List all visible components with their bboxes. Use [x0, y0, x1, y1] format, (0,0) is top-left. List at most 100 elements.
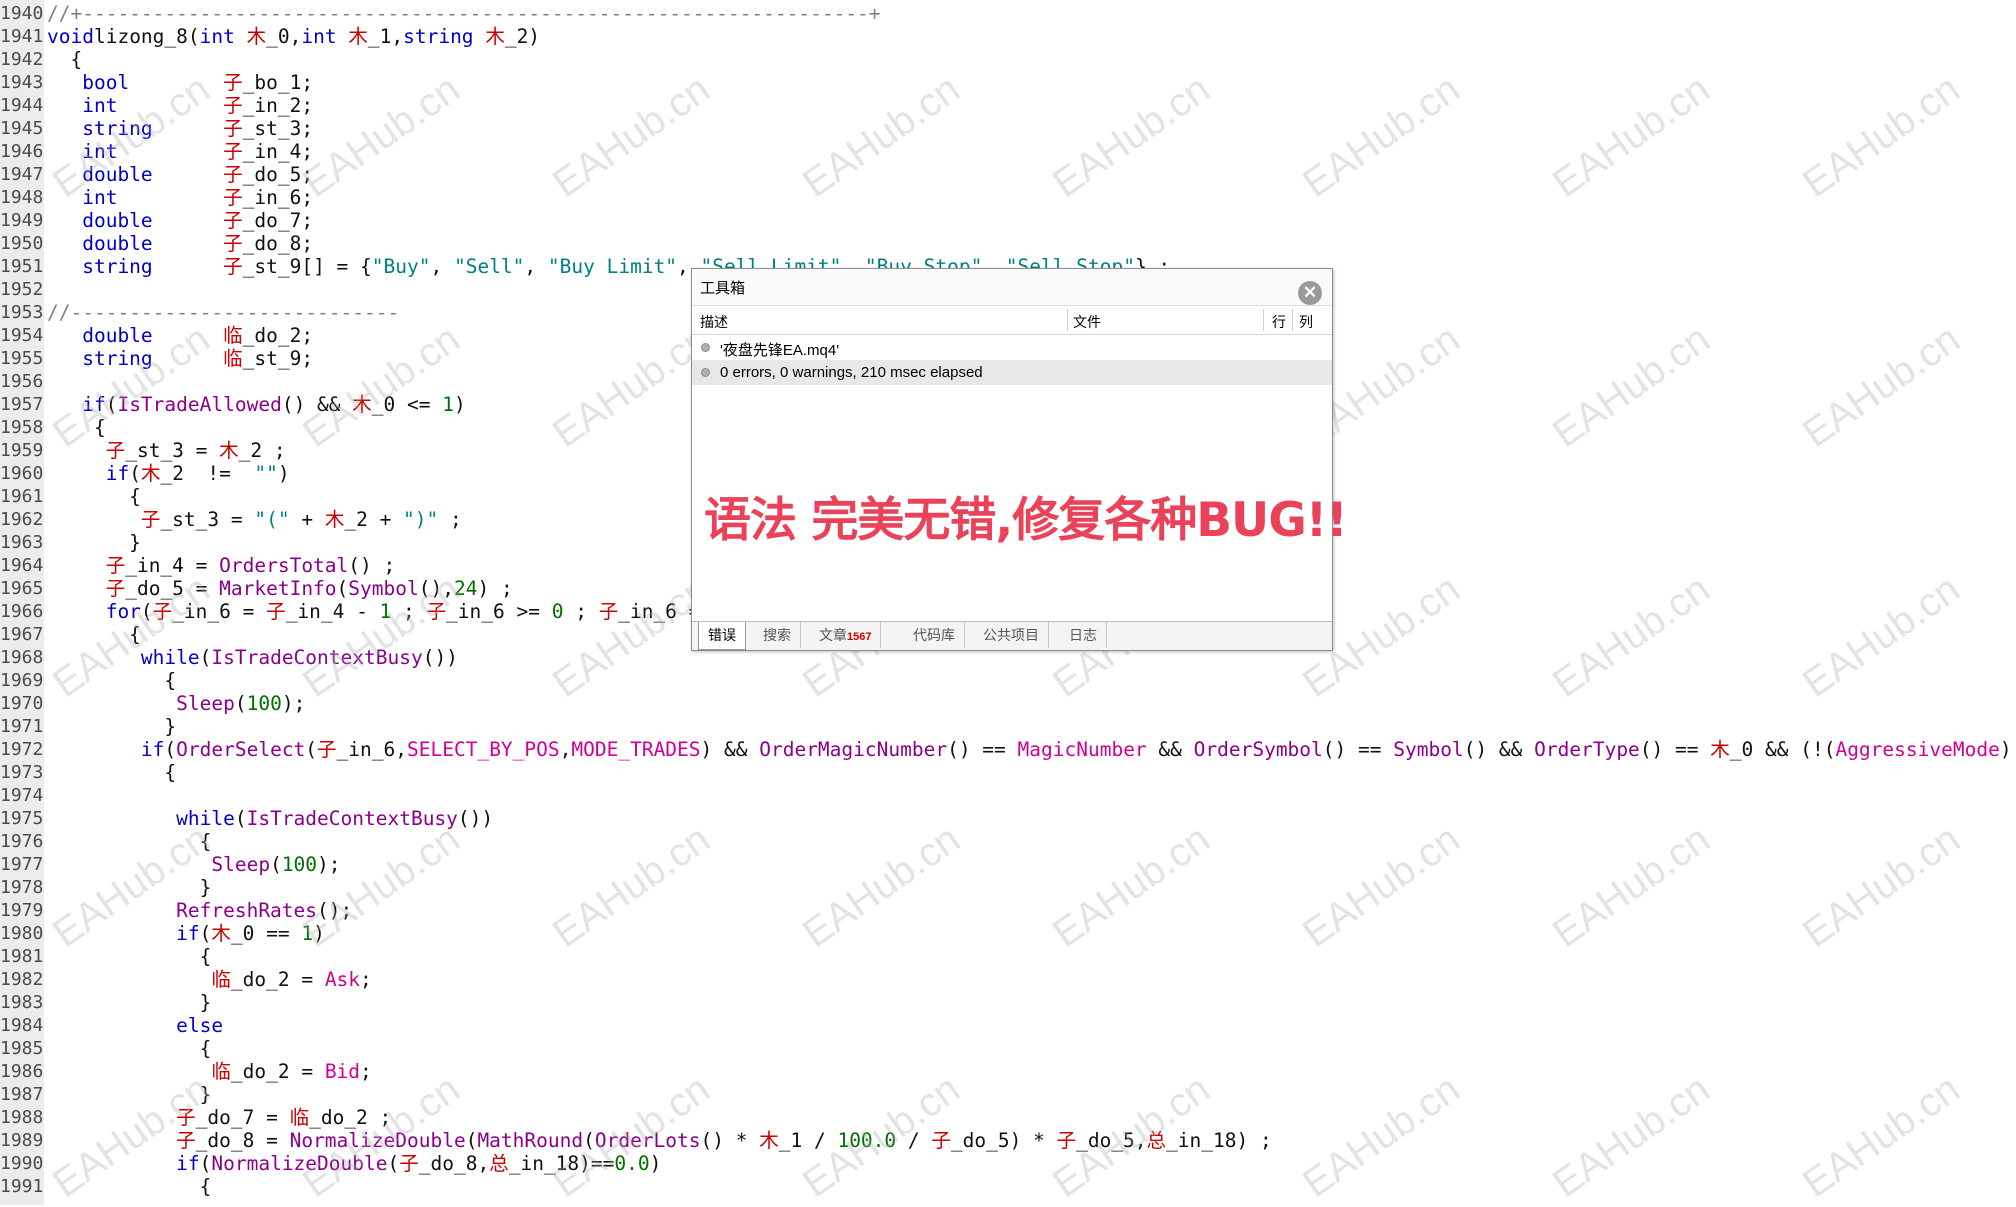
- line-number: 1946: [0, 141, 44, 162]
- code-text: int 子_in_2;: [47, 94, 314, 117]
- code-line[interactable]: 1979 RefreshRates();: [0, 899, 2016, 922]
- line-number: 1987: [0, 1084, 44, 1105]
- code-text: while(IsTradeContextBusy()): [47, 646, 458, 669]
- code-line[interactable]: 1975 while(IsTradeContextBusy()): [0, 807, 2016, 830]
- line-number: 1971: [0, 716, 44, 737]
- code-text: }: [47, 531, 141, 554]
- code-text: {: [47, 945, 212, 968]
- code-text: for(子_in_6 = 子_in_4 - 1 ; 子_in_6 >= 0 ; …: [47, 600, 713, 623]
- code-line[interactable]: 1980 if(木_0 == 1): [0, 922, 2016, 945]
- code-text: 子_do_5 = MarketInfo(Symbol(),24) ;: [105, 577, 513, 600]
- code-line[interactable]: 1982 临_do_2 = Ask;: [0, 968, 2016, 991]
- code-line[interactable]: 1991 {: [0, 1175, 2016, 1198]
- line-number: 1947: [0, 164, 44, 185]
- code-text: string 子_st_3;: [47, 117, 314, 140]
- info-dot-icon: [701, 368, 710, 377]
- promo-banner-text: 语法 完美无错,修复各种BUG!!: [704, 493, 1348, 548]
- line-number: 1991: [0, 1176, 44, 1197]
- close-icon[interactable]: ✕: [1298, 281, 1322, 305]
- code-text: 子_do_7 = 临_do_2 ;: [176, 1106, 392, 1129]
- code-line[interactable]: 1987 }: [0, 1083, 2016, 1106]
- line-number: 1983: [0, 992, 44, 1013]
- tab-codebase[interactable]: 代码库: [904, 622, 965, 648]
- toolbox-column-header: 描述 文件 行 列: [692, 306, 1332, 335]
- code-line[interactable]: 1941 voidlizong_8(int 木_0,int 木_1,string …: [0, 25, 2016, 48]
- code-line[interactable]: 1950 double 子_do_8;: [0, 232, 2016, 255]
- column-desc[interactable]: 描述: [700, 312, 728, 332]
- code-line[interactable]: 1974: [0, 784, 2016, 807]
- line-number: 1989: [0, 1130, 44, 1151]
- line-number: 1945: [0, 118, 44, 139]
- code-text: {: [47, 761, 177, 784]
- toolbox-titlebar[interactable]: 工具箱 ✕: [692, 269, 1332, 306]
- code-line[interactable]: 1986 临_do_2 = Bid;: [0, 1060, 2016, 1083]
- toolbox-tabs: 错误 搜索 文章1567 代码库 公共项目 日志: [692, 621, 1332, 650]
- line-number: 1965: [0, 578, 44, 599]
- code-line[interactable]: 1946 int 子_in_4;: [0, 140, 2016, 163]
- result-row[interactable]: '夜盘先锋EA.mq4': [692, 335, 1332, 360]
- code-text: voidlizong_8(int 木_0,int 木_1,string 木_2): [47, 25, 541, 48]
- tab-articles[interactable]: 文章1567: [810, 622, 882, 648]
- line-number: 1960: [0, 463, 44, 484]
- code-text: else: [47, 1014, 224, 1037]
- code-line[interactable]: 1949 double 子_do_7;: [0, 209, 2016, 232]
- code-line[interactable]: 1942 {: [0, 48, 2016, 71]
- code-text: if(OrderSelect(子_in_6,SELECT_BY_POS,MODE…: [47, 738, 2012, 761]
- line-number: 1990: [0, 1153, 44, 1174]
- code-text: if(木_0 == 1): [47, 922, 325, 945]
- code-text: bool 子_bo_1;: [47, 71, 314, 94]
- line-number: 1944: [0, 95, 44, 116]
- line-number: 1978: [0, 877, 44, 898]
- code-line[interactable]: 1943 bool 子_bo_1;: [0, 71, 2016, 94]
- code-text: int 子_in_6;: [47, 186, 314, 209]
- articles-badge: 1567: [847, 631, 872, 643]
- code-line[interactable]: 1948 int 子_in_6;: [0, 186, 2016, 209]
- column-col[interactable]: 列: [1299, 312, 1313, 332]
- code-text: 子_do_8 = NormalizeDouble(MathRound(Order…: [176, 1129, 1272, 1152]
- line-number: 1986: [0, 1061, 44, 1082]
- code-line[interactable]: 1973 {: [0, 761, 2016, 784]
- code-line[interactable]: 1978 }: [0, 876, 2016, 899]
- code-line[interactable]: 1977 Sleep(100);: [0, 853, 2016, 876]
- code-line[interactable]: 1947 double 子_do_5;: [0, 163, 2016, 186]
- tab-errors[interactable]: 错误: [698, 622, 746, 650]
- tab-search[interactable]: 搜索: [754, 622, 801, 648]
- code-line[interactable]: 1976 {: [0, 830, 2016, 853]
- code-line[interactable]: 1972 if(OrderSelect(子_in_6,SELECT_BY_POS…: [0, 738, 2016, 761]
- code-text: RefreshRates();: [47, 899, 353, 922]
- tab-journal[interactable]: 日志: [1060, 622, 1107, 648]
- line-number: 1955: [0, 348, 44, 369]
- line-number: 1942: [0, 49, 44, 70]
- code-line[interactable]: 1983 }: [0, 991, 2016, 1014]
- code-text: {: [47, 830, 212, 853]
- code-text: 子_in_4 = OrdersTotal() ;: [105, 554, 396, 577]
- column-file[interactable]: 文件: [1073, 312, 1101, 332]
- line-number: 1985: [0, 1038, 44, 1059]
- code-line[interactable]: 1945 string 子_st_3;: [0, 117, 2016, 140]
- column-line[interactable]: 行: [1272, 312, 1286, 332]
- line-number: 1982: [0, 969, 44, 990]
- code-line[interactable]: 1969 {: [0, 669, 2016, 692]
- result-row[interactable]: 0 errors, 0 warnings, 210 msec elapsed: [692, 360, 1332, 385]
- code-line[interactable]: 1944 int 子_in_2;: [0, 94, 2016, 117]
- line-number: 1967: [0, 624, 44, 645]
- code-line[interactable]: 1985 {: [0, 1037, 2016, 1060]
- code-line[interactable]: 1970 Sleep(100);: [0, 692, 2016, 715]
- code-line[interactable]: 1940//+---------------------------------…: [0, 2, 2016, 25]
- code-text: //----------------------------: [47, 301, 400, 324]
- tab-public-projects[interactable]: 公共项目: [974, 622, 1049, 648]
- code-line[interactable]: 1989 子_do_8 = NormalizeDouble(MathRound(…: [0, 1129, 2016, 1152]
- code-line[interactable]: 1990 if(NormalizeDouble(子_do_8,总_in_18)=…: [0, 1152, 2016, 1175]
- line-number: 1959: [0, 440, 44, 461]
- code-line[interactable]: 1971 }: [0, 715, 2016, 738]
- code-line[interactable]: 1981 {: [0, 945, 2016, 968]
- code-text: //+-------------------------------------…: [47, 2, 881, 25]
- code-text: while(IsTradeContextBusy()): [47, 807, 494, 830]
- line-number: 1979: [0, 900, 44, 921]
- code-line[interactable]: 1984 else: [0, 1014, 2016, 1037]
- code-line[interactable]: 1988 子_do_7 = 临_do_2 ;: [0, 1106, 2016, 1129]
- line-number: 1988: [0, 1107, 44, 1128]
- toolbox-panel[interactable]: 工具箱 ✕ 描述 文件 行 列 '夜盘先锋EA.mq4' 0 errors, 0…: [691, 268, 1348, 651]
- code-text: {: [47, 485, 141, 508]
- line-number: 1981: [0, 946, 44, 967]
